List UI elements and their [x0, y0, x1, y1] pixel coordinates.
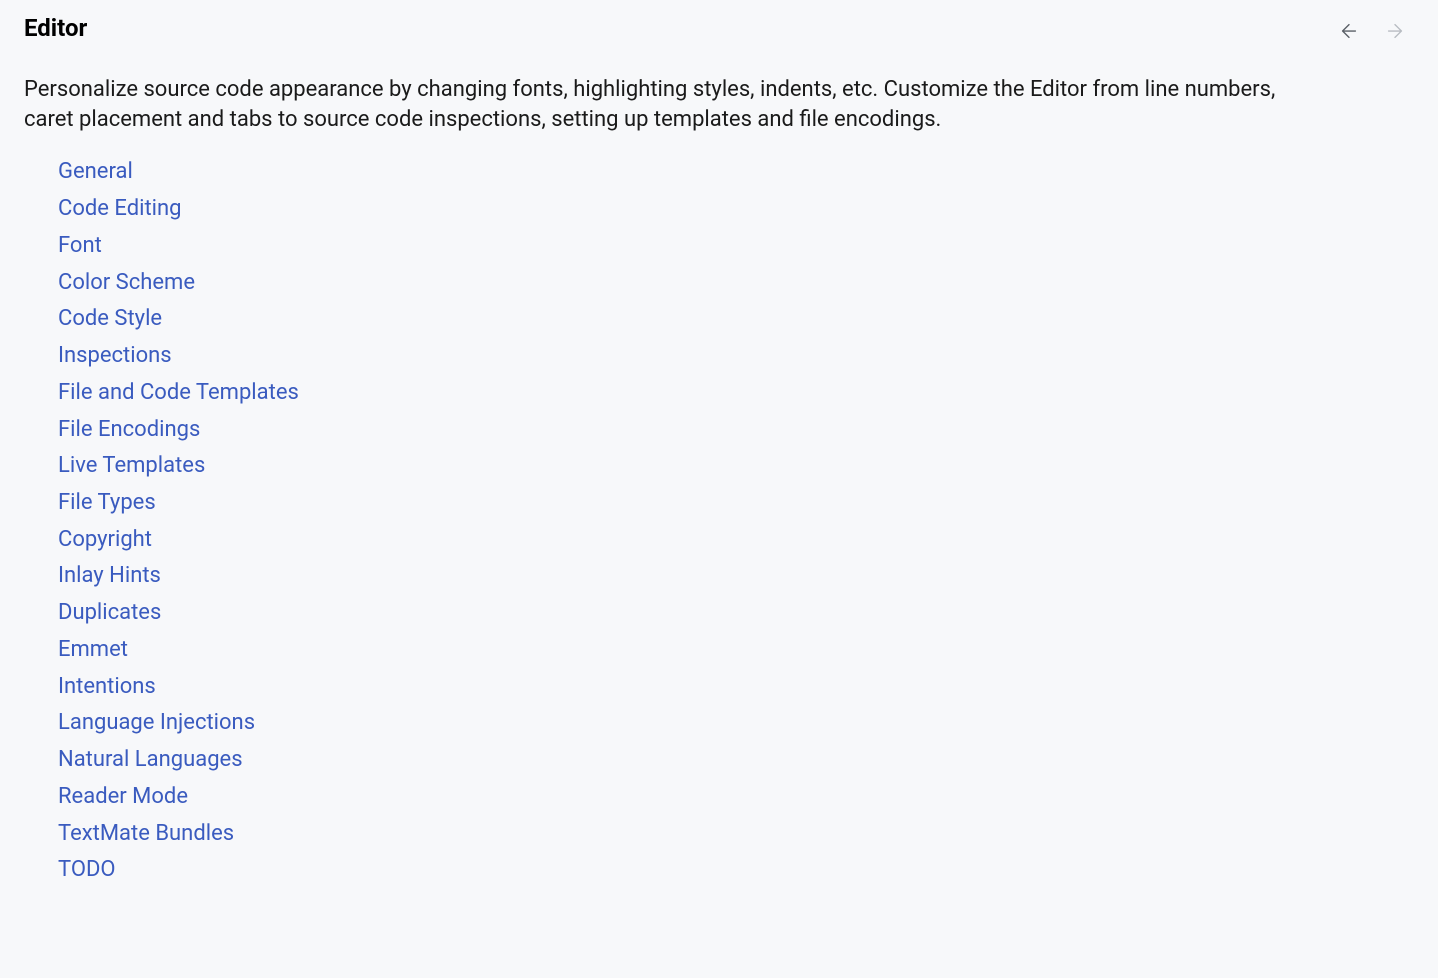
- link-file-encodings[interactable]: File Encodings: [58, 412, 200, 449]
- link-copyright[interactable]: Copyright: [58, 522, 152, 559]
- forward-button[interactable]: [1384, 20, 1406, 45]
- list-item: Emmet: [58, 632, 1438, 669]
- link-inlay-hints[interactable]: Inlay Hints: [58, 558, 161, 595]
- link-live-templates[interactable]: Live Templates: [58, 448, 205, 485]
- header: Editor: [0, 0, 1438, 45]
- link-file-and-code-templates[interactable]: File and Code Templates: [58, 375, 299, 412]
- page-title: Editor: [24, 14, 87, 42]
- list-item: TextMate Bundles: [58, 816, 1438, 853]
- settings-links-list: General Code Editing Font Color Scheme C…: [0, 134, 1438, 889]
- arrow-left-icon: [1338, 20, 1360, 45]
- arrow-right-icon: [1384, 20, 1406, 45]
- list-item: TODO: [58, 852, 1438, 889]
- list-item: Natural Languages: [58, 742, 1438, 779]
- list-item: Font: [58, 228, 1438, 265]
- page-description: Personalize source code appearance by ch…: [0, 45, 1320, 134]
- link-font[interactable]: Font: [58, 228, 102, 265]
- list-item: Copyright: [58, 522, 1438, 559]
- link-code-editing[interactable]: Code Editing: [58, 191, 182, 228]
- link-language-injections[interactable]: Language Injections: [58, 705, 255, 742]
- link-natural-languages[interactable]: Natural Languages: [58, 742, 243, 779]
- nav-arrows: [1338, 14, 1414, 45]
- link-inspections[interactable]: Inspections: [58, 338, 172, 375]
- list-item: Code Editing: [58, 191, 1438, 228]
- back-button[interactable]: [1338, 20, 1360, 45]
- list-item: Inspections: [58, 338, 1438, 375]
- list-item: File and Code Templates: [58, 375, 1438, 412]
- list-item: Intentions: [58, 669, 1438, 706]
- link-textmate-bundles[interactable]: TextMate Bundles: [58, 816, 234, 853]
- list-item: Inlay Hints: [58, 558, 1438, 595]
- list-item: Duplicates: [58, 595, 1438, 632]
- link-general[interactable]: General: [58, 154, 133, 191]
- list-item: File Types: [58, 485, 1438, 522]
- link-file-types[interactable]: File Types: [58, 485, 156, 522]
- link-code-style[interactable]: Code Style: [58, 301, 162, 338]
- list-item: Code Style: [58, 301, 1438, 338]
- link-duplicates[interactable]: Duplicates: [58, 595, 161, 632]
- link-intentions[interactable]: Intentions: [58, 669, 156, 706]
- list-item: Language Injections: [58, 705, 1438, 742]
- list-item: Live Templates: [58, 448, 1438, 485]
- list-item: General: [58, 154, 1438, 191]
- link-color-scheme[interactable]: Color Scheme: [58, 265, 195, 302]
- link-reader-mode[interactable]: Reader Mode: [58, 779, 188, 816]
- list-item: Color Scheme: [58, 265, 1438, 302]
- link-todo[interactable]: TODO: [58, 852, 116, 889]
- list-item: File Encodings: [58, 412, 1438, 449]
- list-item: Reader Mode: [58, 779, 1438, 816]
- link-emmet[interactable]: Emmet: [58, 632, 128, 669]
